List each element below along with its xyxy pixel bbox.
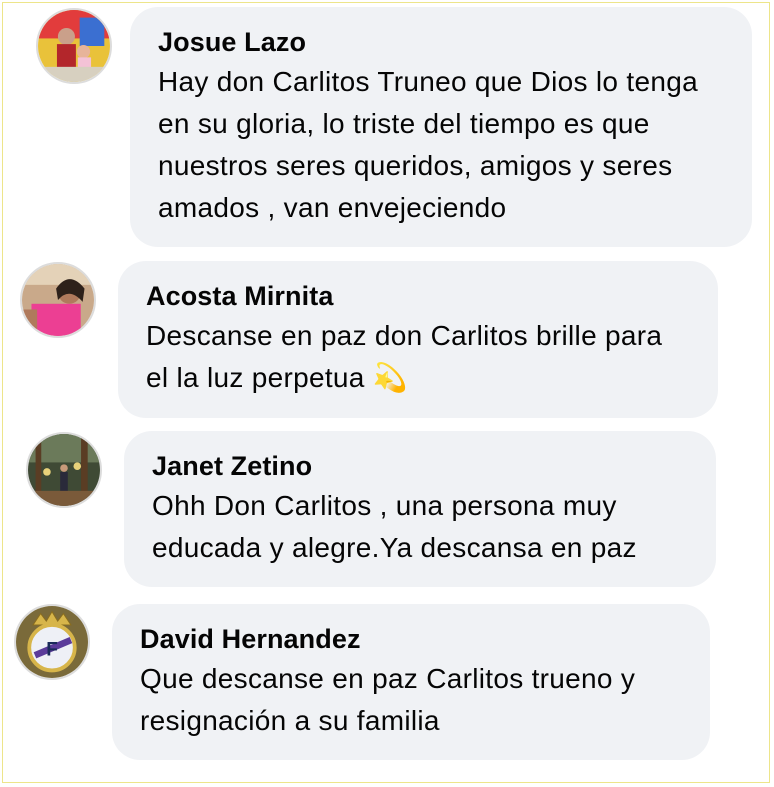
comment-bubble: David Hernandez Que descanse en paz Carl… <box>112 604 710 760</box>
avatar[interactable]: F <box>14 604 90 680</box>
profile-photo-icon <box>22 264 94 336</box>
comment-bubble: Janet Zetino Ohh Don Carlitos , una pers… <box>124 431 716 587</box>
comment-text: Hay don Carlitos Truneo que Dios lo teng… <box>158 66 698 223</box>
avatar[interactable] <box>36 8 112 84</box>
comment-author[interactable]: Josue Lazo <box>158 25 726 59</box>
comments-panel: Josue Lazo Hay don Carlitos Truneo que D… <box>2 2 770 783</box>
comment-text: Ohh Don Carlitos , una persona muy educa… <box>152 490 637 563</box>
avatar[interactable] <box>26 432 102 508</box>
comment-text: Que descanse en paz Carlitos trueno y re… <box>140 663 636 736</box>
profile-photo-icon <box>28 434 100 506</box>
comment-bubble: Acosta Mirnita Descanse en paz don Carli… <box>118 261 718 418</box>
comment-author[interactable]: Janet Zetino <box>152 449 690 483</box>
comment-author[interactable]: David Hernandez <box>140 622 684 656</box>
comment-text: Descanse en paz don Carlitos brille para… <box>146 320 663 393</box>
comment-bubble: Josue Lazo Hay don Carlitos Truneo que D… <box>130 7 752 247</box>
profile-photo-icon <box>38 10 110 82</box>
avatar[interactable] <box>20 262 96 338</box>
real-madrid-crest-icon: F <box>16 606 88 678</box>
svg-text:F: F <box>46 639 58 660</box>
comment-author[interactable]: Acosta Mirnita <box>146 279 692 313</box>
